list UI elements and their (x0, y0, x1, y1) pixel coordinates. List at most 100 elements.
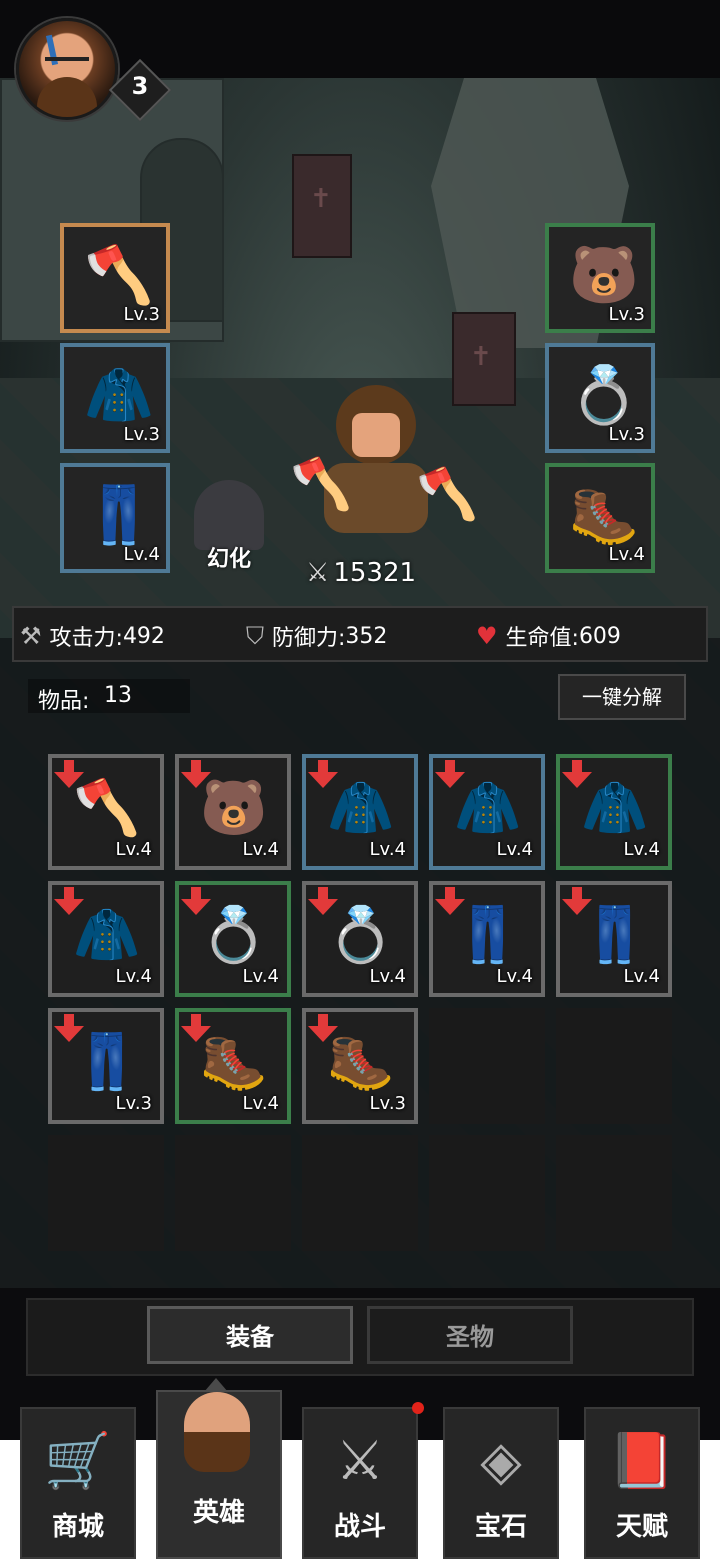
battle-notification-dot (412, 1402, 424, 1414)
hp-stat: ♥ 生命值: 609 (476, 620, 621, 652)
hero-power: ⚔ 15321 (306, 558, 416, 588)
empty-inventory-slot (175, 1135, 291, 1251)
item-level: Lv.4 (608, 544, 645, 565)
illusion-button[interactable] (194, 480, 264, 550)
nav-shop[interactable]: 🛒 商城 (20, 1407, 136, 1559)
inventory-item[interactable]: 🧥 Lv.4 (302, 754, 418, 870)
empty-inventory-slot (429, 1135, 545, 1251)
nav-hero[interactable]: 英雄 (156, 1378, 282, 1559)
red-down-arrow-icon (181, 885, 211, 919)
red-down-arrow-icon (435, 758, 465, 792)
inventory-item[interactable]: 🪓 Lv.4 (48, 754, 164, 870)
item-level: Lv.4 (623, 839, 660, 860)
inventory-item[interactable]: 🧥 Lv.4 (48, 881, 164, 997)
red-down-arrow-icon (181, 1012, 211, 1046)
equip-slot-pants[interactable]: 👖 Lv.4 (60, 463, 170, 573)
red-down-arrow-icon (308, 885, 338, 919)
crossed-swords-icon: ⚔ (306, 558, 330, 588)
player-avatar[interactable] (16, 18, 118, 120)
player-level: 3 (131, 72, 149, 100)
items-label: 物品: (38, 689, 90, 714)
red-down-arrow-icon (435, 885, 465, 919)
inventory-item[interactable]: 🥾 Lv.4 (175, 1008, 291, 1124)
gem-crystal-icon: ◈ (480, 1429, 522, 1492)
inventory-item[interactable]: 🧥 Lv.4 (556, 754, 672, 870)
item-level: Lv.3 (608, 304, 645, 325)
red-down-arrow-icon (562, 758, 592, 792)
inventory-item[interactable]: 👖 Lv.4 (429, 881, 545, 997)
equip-slot-weapon[interactable]: 🪓 Lv.3 (60, 223, 170, 333)
nav-gems-label: 宝石 (474, 1512, 527, 1542)
item-level: Lv.4 (242, 966, 279, 987)
nav-battle-label: 战斗 (333, 1512, 386, 1542)
red-down-arrow-icon (308, 1012, 338, 1046)
nav-talent-label: 天赋 (615, 1512, 668, 1542)
empty-inventory-slot (556, 1008, 672, 1124)
nav-talent[interactable]: 📕 天赋 (584, 1407, 700, 1559)
item-level: Lv.4 (242, 1093, 279, 1114)
inventory-item[interactable]: 🧥 Lv.4 (429, 754, 545, 870)
skull-book-icon: 📕 (608, 1429, 676, 1492)
red-down-arrow-icon (54, 758, 84, 792)
equip-slot-helmet[interactable]: 🐻 Lv.3 (545, 223, 655, 333)
nav-battle[interactable]: ⚔ 战斗 (302, 1407, 418, 1559)
equip-slot-ring[interactable]: 💍 Lv.3 (545, 343, 655, 453)
defense-value: 352 (345, 623, 388, 649)
inventory-item[interactable]: 👖 Lv.3 (48, 1008, 164, 1124)
axe-icon: ⚒ (20, 622, 42, 650)
inventory-item[interactable]: 👖 Lv.4 (556, 881, 672, 997)
inventory-item[interactable]: 💍 Lv.4 (302, 881, 418, 997)
attack-value: 492 (122, 623, 165, 649)
tab-panel (26, 1298, 694, 1376)
empty-inventory-slot (48, 1135, 164, 1251)
item-level: Lv.4 (496, 839, 533, 860)
empty-inventory-slot (302, 1135, 418, 1251)
attack-label: 攻击力: (49, 626, 123, 651)
active-indicator (204, 1378, 228, 1392)
left-axe-icon: 🪓 (290, 455, 353, 513)
item-level: Lv.3 (115, 1093, 152, 1114)
shield-icon: ⛉ (246, 622, 264, 650)
defense-stat: ⛉ 防御力: 352 (246, 620, 387, 652)
item-level: Lv.4 (496, 966, 533, 987)
hero-face (352, 413, 400, 457)
inventory-item[interactable]: 🐻 Lv.4 (175, 754, 291, 870)
red-down-arrow-icon (181, 758, 211, 792)
heart-icon: ♥ (476, 622, 498, 650)
item-level: Lv.4 (115, 839, 152, 860)
stats-bar: ⚒ 攻击力: 492 ⛉ 防御力: 352 ♥ 生命值: 609 (12, 606, 708, 662)
item-level: Lv.3 (123, 424, 160, 445)
empty-inventory-slot (429, 1008, 545, 1124)
red-down-arrow-icon (54, 1012, 84, 1046)
avatar-beard (37, 77, 97, 117)
tab-relics[interactable]: 圣物 (367, 1306, 573, 1364)
item-level: Lv.4 (369, 966, 406, 987)
red-down-arrow-icon (308, 758, 338, 792)
red-down-arrow-icon (54, 885, 84, 919)
item-level: Lv.4 (115, 966, 152, 987)
avatar-eyes (45, 57, 89, 69)
attack-stat: ⚒ 攻击力: 492 (20, 620, 165, 652)
inventory-item[interactable]: 💍 Lv.4 (175, 881, 291, 997)
items-count: 13 (104, 683, 132, 708)
illusion-label[interactable]: 幻化 (207, 541, 251, 573)
item-level: Lv.3 (608, 424, 645, 445)
shop-cart-icon: 🛒 (44, 1429, 112, 1492)
right-axe-icon: 🪓 (416, 465, 479, 523)
inventory-item[interactable]: 🥾 Lv.3 (302, 1008, 418, 1124)
item-level: Lv.3 (123, 304, 160, 325)
nav-shop-label: 商城 (51, 1512, 104, 1542)
tab-equipment[interactable]: 装备 (147, 1306, 353, 1364)
hero-portrait-icon (184, 1392, 250, 1472)
crossed-axes-icon: ⚔ (335, 1429, 385, 1492)
equip-slot-armor[interactable]: 🧥 Lv.3 (60, 343, 170, 453)
item-level: Lv.3 (369, 1093, 406, 1114)
equip-slot-boots[interactable]: 🥾 Lv.4 (545, 463, 655, 573)
hero-character[interactable]: 🪓 🪓 (290, 385, 478, 555)
red-down-arrow-icon (562, 885, 592, 919)
item-level: Lv.4 (242, 839, 279, 860)
defense-label: 防御力: (272, 626, 346, 651)
nav-gems[interactable]: ◈ 宝石 (443, 1407, 559, 1559)
empty-inventory-slot (556, 1135, 672, 1251)
disassemble-all-button[interactable]: 一键分解 (558, 674, 686, 720)
